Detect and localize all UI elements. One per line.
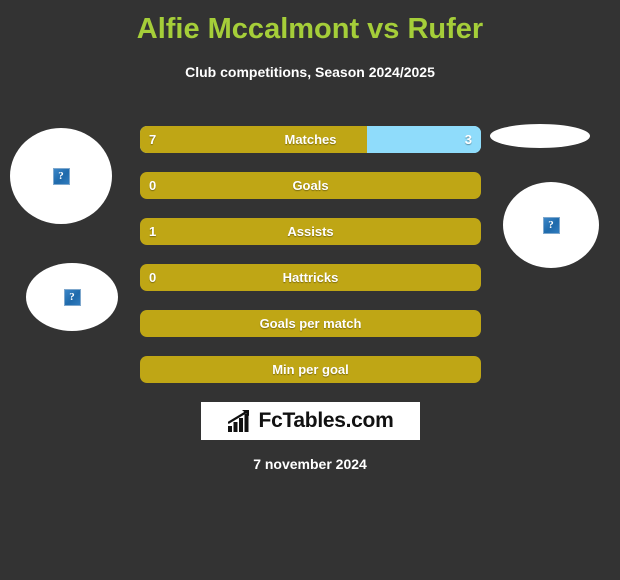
stat-bar-track	[140, 126, 481, 153]
stat-bar-track	[140, 218, 481, 245]
broken-image-icon: ?	[52, 167, 70, 185]
page-subtitle: Club competitions, Season 2024/2025	[185, 64, 435, 80]
stat-bar-home-fill	[140, 310, 481, 337]
broken-image-icon: ?	[542, 216, 560, 234]
stat-bar-home-fill	[140, 126, 367, 153]
stat-bar-home-fill	[140, 264, 481, 291]
stat-bar-track	[140, 172, 481, 199]
stat-bar-home-fill	[140, 218, 481, 245]
bar-chart-growth-icon	[227, 410, 249, 432]
stat-bar-track	[140, 356, 481, 383]
stat-bar-home-fill	[140, 356, 481, 383]
broken-image-icon: ?	[63, 288, 81, 306]
stat-bar-track	[140, 264, 481, 291]
stat-bar-row: 1 Assists	[140, 218, 481, 245]
home-player-photo-secondary: ?	[26, 263, 118, 331]
fctables-logo-text: FcTables.com	[258, 409, 394, 432]
report-date: 7 november 2024	[253, 456, 367, 472]
stat-comparison-bars: 7 3 Matches 0 Goals 1 Assists 0 Hattricks Goals p…	[140, 126, 481, 402]
away-player-photo-secondary: ?	[503, 182, 599, 268]
stat-bar-track	[140, 310, 481, 337]
stat-bar-row: 0 Hattricks	[140, 264, 481, 291]
stat-bar-row: 0 Goals	[140, 172, 481, 199]
away-player-photo-primary	[490, 124, 590, 148]
home-player-photo-primary: ?	[10, 128, 112, 224]
stat-bar-row: 7 3 Matches	[140, 126, 481, 153]
stat-bar-away-fill	[366, 126, 481, 153]
stat-bar-row: Min per goal	[140, 356, 481, 383]
page-title: Alfie Mccalmont vs Rufer	[136, 13, 484, 45]
stat-bar-row: Goals per match	[140, 310, 481, 337]
stat-bar-home-fill	[140, 172, 481, 199]
fctables-logo[interactable]: FcTables.com	[201, 402, 420, 440]
